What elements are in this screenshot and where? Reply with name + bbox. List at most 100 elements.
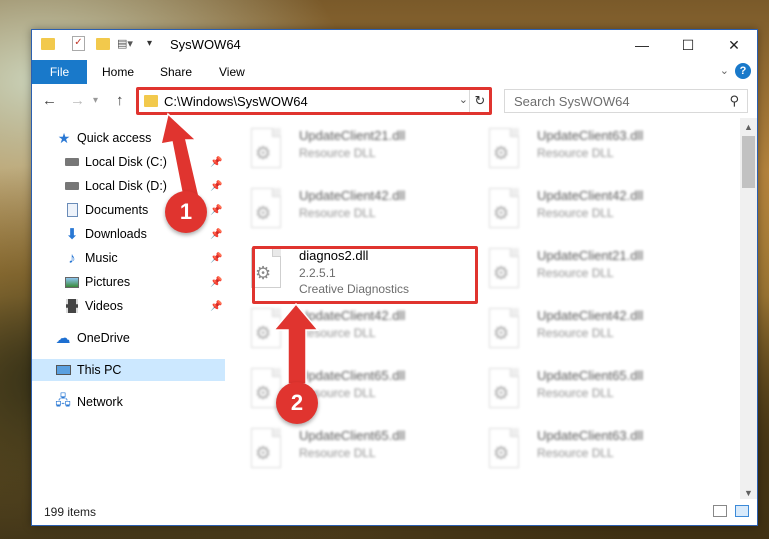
sidebar-item-label: This PC — [77, 363, 122, 377]
pin-icon[interactable]: 📌 — [210, 301, 222, 312]
pin-icon[interactable]: 📌 — [210, 181, 222, 192]
dll-file-icon: ⚙ — [251, 128, 281, 168]
window-title: SysWOW64 — [170, 37, 241, 52]
search-input[interactable]: Search SysWOW64 ⚲ — [504, 89, 748, 113]
network-icon: 🖧 — [55, 392, 71, 408]
close-button[interactable]: ✕ — [711, 30, 757, 60]
forward-arrow-icon[interactable]: → — [70, 92, 85, 109]
tab-file[interactable]: File — [32, 60, 87, 84]
sidebar-item-label: Music — [85, 251, 118, 265]
sidebar-item-label: OneDrive — [77, 331, 130, 345]
file-name: UpdateClient65.dll — [299, 368, 406, 383]
up-arrow-icon[interactable]: ↑ — [116, 92, 124, 109]
sidebar-item-local-disk-c[interactable]: Local Disk (C:) 📌 — [32, 151, 225, 173]
properties-icon[interactable]: ✓ — [72, 36, 85, 51]
sidebar-item-videos[interactable]: Videos 📌 — [32, 295, 225, 317]
file-tile[interactable]: ⚙ UpdateClient42.dll Resource DLL — [465, 302, 695, 358]
sidebar-item-this-pc[interactable]: This PC — [32, 359, 225, 381]
pin-icon[interactable]: 📌 — [210, 253, 222, 264]
sidebar-item-label: Local Disk (C:) — [85, 155, 167, 169]
expand-ribbon-icon[interactable]: ⌄ — [720, 64, 729, 77]
dll-file-icon: ⚙ — [251, 308, 281, 348]
file-tile[interactable]: ⚙ UpdateClient42.dll Resource DLL — [227, 302, 457, 358]
dll-file-icon: ⚙ — [251, 428, 281, 468]
dll-file-icon: ⚙ — [489, 188, 519, 228]
file-name: UpdateClient21.dll — [537, 248, 644, 263]
sidebar-item-quick-access[interactable]: ★ Quick access — [32, 127, 225, 149]
tab-home[interactable]: Home — [102, 65, 134, 79]
pin-icon[interactable]: 📌 — [210, 157, 222, 168]
gear-icon: ⚙ — [493, 203, 510, 223]
explorer-window: ✓ ▤▾ ▾ SysWOW64 — ☐ ✕ File Home Share Vi… — [31, 29, 758, 526]
tab-view[interactable]: View — [219, 65, 245, 79]
file-description: Resource DLL — [537, 266, 614, 280]
file-tile[interactable]: ⚙ UpdateClient42.dll Resource DLL — [465, 182, 695, 238]
back-arrow-icon[interactable]: ← — [42, 92, 57, 109]
gear-icon: ⚙ — [493, 323, 510, 343]
sidebar-item-label: Quick access — [77, 131, 152, 145]
search-icon: ⚲ — [729, 93, 739, 108]
vertical-scrollbar[interactable]: ▲ ▼ — [740, 118, 757, 502]
file-description: Resource DLL — [537, 146, 614, 160]
help-icon[interactable]: ? — [735, 63, 751, 79]
sidebar-item-music[interactable]: ♪ Music 📌 — [32, 247, 225, 269]
file-description: Resource DLL — [537, 386, 614, 400]
file-name: UpdateClient65.dll — [299, 428, 406, 443]
gear-icon: ⚙ — [255, 143, 272, 163]
tiles-view-icon[interactable] — [735, 505, 749, 517]
scroll-down-icon[interactable]: ▼ — [744, 488, 753, 498]
file-name: UpdateClient65.dll — [537, 368, 644, 383]
item-count: 199 items — [44, 505, 97, 519]
file-view: ⚙ UpdateClient21.dll Resource DLL ⚙ Upda… — [227, 118, 742, 502]
minimize-button[interactable]: — — [619, 30, 665, 60]
download-arrow-icon: ⬇ — [65, 226, 79, 243]
cloud-icon: ☁ — [55, 330, 71, 347]
file-name: UpdateClient42.dll — [537, 188, 644, 203]
gear-icon: ⚙ — [255, 383, 272, 403]
maximize-button[interactable]: ☐ — [665, 30, 711, 60]
sidebar-item-onedrive[interactable]: ☁ OneDrive — [32, 327, 225, 349]
file-description: Resource DLL — [537, 446, 614, 460]
file-tile[interactable]: ⚙ UpdateClient65.dll Resource DLL — [227, 422, 457, 478]
new-folder-icon[interactable] — [96, 38, 110, 50]
customize-toolbar-icon[interactable]: ▤▾ — [117, 37, 133, 53]
pin-icon[interactable]: 📌 — [210, 229, 222, 240]
sidebar-item-network[interactable]: 🖧 Network — [32, 391, 225, 413]
file-tile[interactable]: ⚙ UpdateClient21.dll Resource DLL — [465, 242, 695, 298]
search-placeholder: Search SysWOW64 — [514, 94, 630, 109]
file-name: UpdateClient42.dll — [537, 308, 644, 323]
file-description: Resource DLL — [299, 146, 376, 160]
dll-file-icon: ⚙ — [489, 368, 519, 408]
pin-icon[interactable]: 📌 — [210, 277, 222, 288]
file-tile[interactable]: ⚙ UpdateClient63.dll Resource DLL — [465, 122, 695, 178]
toolbar-dropdown-icon[interactable]: ▾ — [147, 38, 152, 54]
file-tile[interactable]: ⚙ UpdateClient65.dll Resource DLL — [227, 362, 457, 418]
gear-icon: ⚙ — [255, 323, 272, 343]
sidebar-item-pictures[interactable]: Pictures 📌 — [32, 271, 225, 293]
recent-locations-icon[interactable]: ▾ — [93, 95, 98, 106]
scroll-up-icon[interactable]: ▲ — [744, 122, 753, 132]
pictures-icon — [64, 274, 80, 290]
file-tile[interactable]: ⚙ UpdateClient42.dll Resource DLL — [227, 182, 457, 238]
sidebar-item-label: Pictures — [85, 275, 131, 289]
dll-file-icon: ⚙ — [251, 188, 281, 228]
file-tile[interactable]: ⚙ UpdateClient63.dll Resource DLL — [465, 422, 695, 478]
file-tile[interactable]: ⚙ UpdateClient21.dll Resource DLL — [227, 122, 457, 178]
file-tile[interactable]: ⚙ UpdateClient65.dll Resource DLL — [465, 362, 695, 418]
gear-icon: ⚙ — [255, 203, 272, 223]
file-description: Resource DLL — [537, 206, 614, 220]
dll-file-icon: ⚙ — [489, 308, 519, 348]
step-1-badge: 1 — [165, 191, 207, 233]
sidebar-item-label: Documents — [85, 203, 149, 217]
step-2-badge: 2 — [276, 382, 318, 424]
address-bar-highlight — [136, 87, 492, 115]
gear-icon: ⚙ — [493, 143, 510, 163]
tab-share[interactable]: Share — [160, 65, 192, 79]
pin-icon[interactable]: 📌 — [210, 205, 222, 216]
computer-icon — [55, 362, 71, 378]
details-view-icon[interactable] — [713, 505, 727, 517]
scrollbar-thumb[interactable] — [742, 136, 755, 188]
music-note-icon: ♪ — [68, 249, 76, 267]
file-description: Resource DLL — [299, 206, 376, 220]
document-icon — [64, 202, 80, 218]
